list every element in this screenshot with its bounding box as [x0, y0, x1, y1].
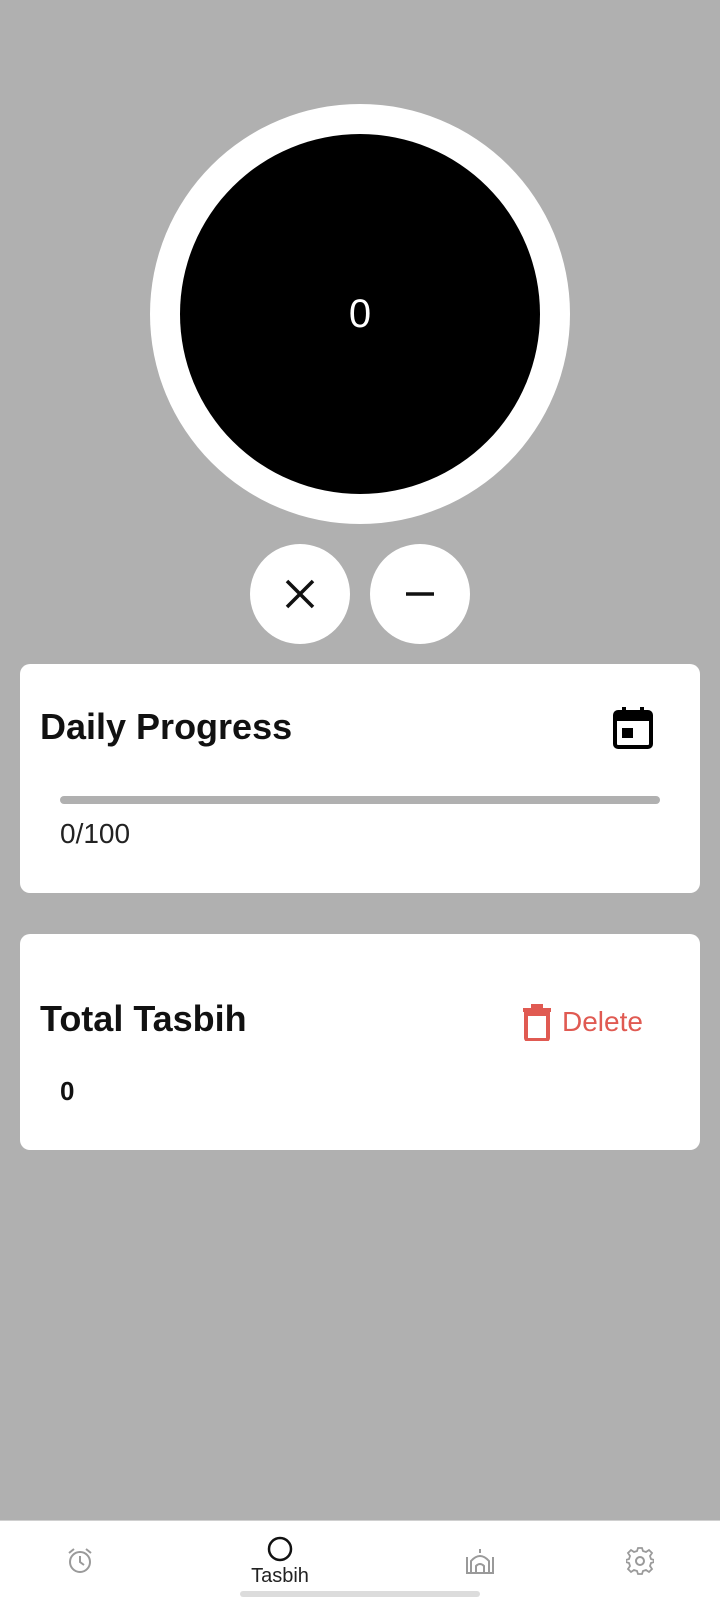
reset-button[interactable]	[250, 544, 350, 644]
delete-button[interactable]: Delete	[522, 1002, 643, 1042]
total-tasbih-title: Total Tasbih	[40, 998, 247, 1039]
calendar-button[interactable]	[612, 706, 654, 750]
total-tasbih-card	[20, 934, 700, 1150]
nav-label-tasbih: Tasbih	[251, 1564, 309, 1587]
close-icon	[285, 579, 315, 609]
bottom-navigation: Tasbih	[0, 1520, 720, 1600]
total-tasbih-value: 0	[60, 1076, 75, 1106]
trash-icon	[523, 1004, 551, 1041]
alarm-icon	[68, 1548, 92, 1573]
calendar-icon	[613, 707, 653, 749]
decrement-button[interactable]	[370, 544, 470, 644]
minus-icon	[406, 592, 434, 596]
circle-icon	[267, 1536, 293, 1561]
tasbih-counter-button[interactable]: 0	[180, 134, 540, 494]
daily-progress-title: Daily Progress	[40, 706, 293, 747]
gear-icon	[626, 1547, 654, 1575]
daily-progress-card	[20, 664, 700, 893]
delete-label: Delete	[562, 1006, 643, 1037]
daily-progress-bar	[60, 796, 660, 804]
home-indicator	[240, 1591, 480, 1597]
counter-value: 0	[348, 291, 372, 336]
nav-item-tasbih[interactable]: Tasbih	[230, 1521, 330, 1600]
nav-item-mosque[interactable]	[440, 1521, 520, 1600]
nav-item-settings[interactable]	[600, 1521, 680, 1600]
mosque-icon	[466, 1549, 494, 1574]
nav-item-alarm[interactable]	[40, 1521, 120, 1600]
daily-progress-text: 0/100	[60, 818, 131, 849]
